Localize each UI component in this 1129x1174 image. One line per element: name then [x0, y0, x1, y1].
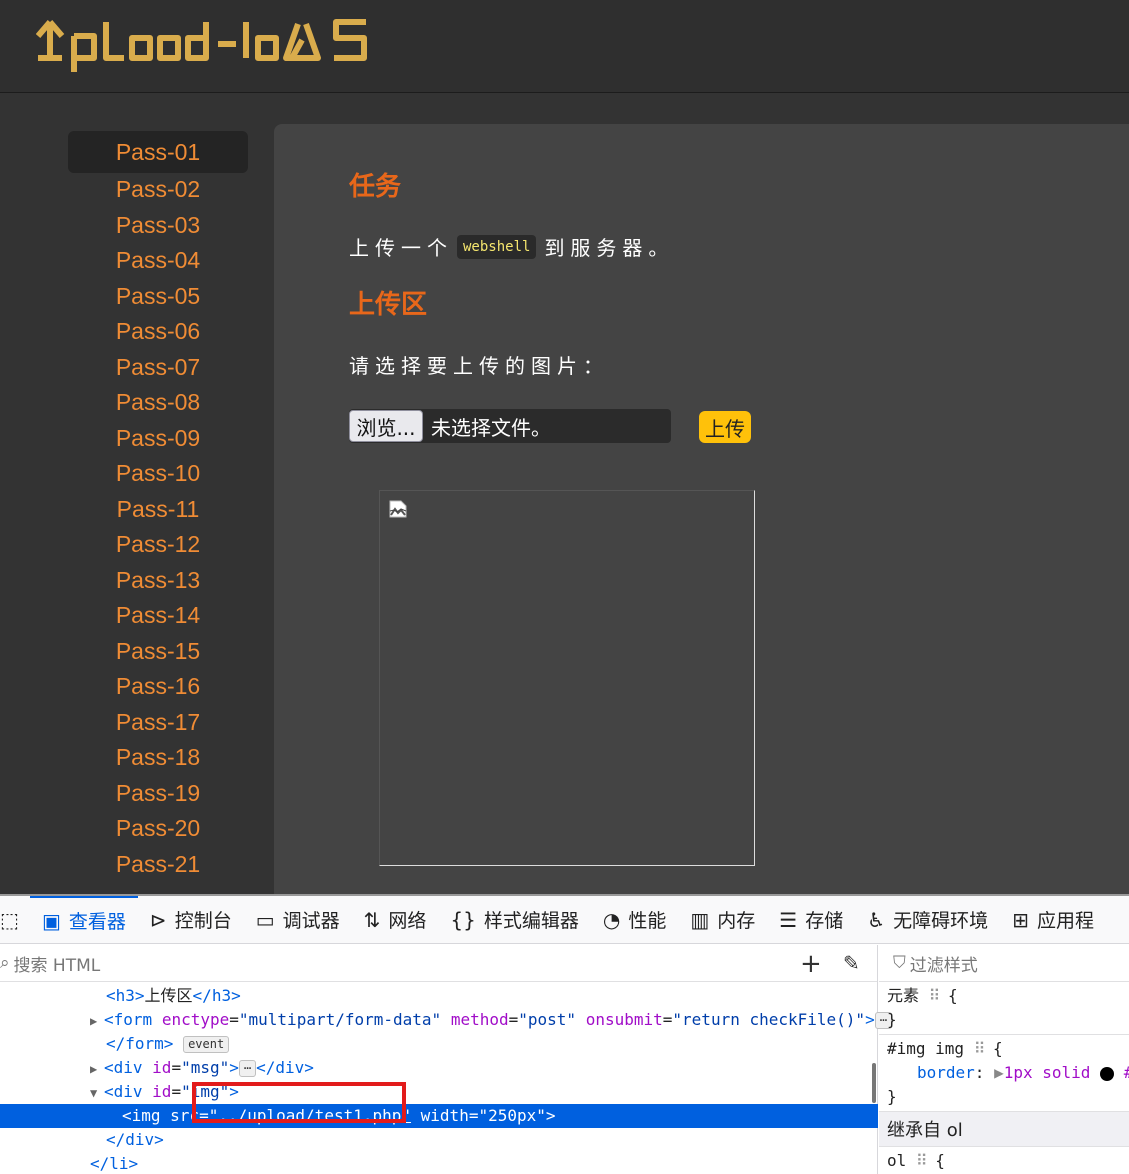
task-heading: 任务 [349, 172, 402, 202]
sidebar-item-pass-12[interactable]: Pass-12 [68, 527, 248, 563]
webshell-code: webshell [457, 234, 537, 259]
task-description: 上传一个 webshell 到服务器。 [349, 232, 674, 261]
tab-memory[interactable]: ▥ 内存 [678, 896, 767, 943]
sidebar-item-pass-06[interactable]: Pass-06 [68, 314, 248, 350]
devtools-panel: ⬚ ▣ 查看器 ⊳ 控制台 ▭ 调试器 ⇅ 网络 {} 样式编辑器 ◔ 性能 ▥ 内存 ☰ 存储… [0, 894, 1129, 1174]
filter-icon: ⛉ [893, 953, 906, 973]
add-node-icon[interactable]: + [800, 949, 822, 979]
sidebar-item-pass-21[interactable]: Pass-21 [68, 847, 248, 883]
sidebar-nav: Pass-01 Pass-02 Pass-03 Pass-04 Pass-05 Pass-… [68, 131, 248, 882]
color-swatch[interactable] [1100, 1066, 1115, 1081]
braces-icon: {} [450, 907, 476, 932]
tab-network[interactable]: ⇅ 网络 [352, 896, 439, 943]
task-prefix: 上传一个 [349, 236, 453, 260]
element-picker-icon[interactable]: ⬚ [0, 896, 30, 943]
tab-accessibility[interactable]: ♿ 无障碍环境 [855, 896, 1000, 943]
site-logo[interactable] [36, 14, 381, 74]
gauge-icon: ◔ [602, 907, 621, 932]
highlight-annotation-box [192, 1082, 406, 1123]
debugger-icon: ▭ [255, 907, 275, 932]
tab-storage[interactable]: ☰ 存储 [767, 896, 855, 943]
tab-console[interactable]: ⊳ 控制台 [138, 896, 244, 943]
sidebar-item-pass-02[interactable]: Pass-02 [68, 172, 248, 208]
search-icon: ⌕ [0, 953, 10, 973]
task-suffix: 到服务器。 [544, 236, 675, 260]
broken-image-icon [389, 500, 407, 518]
sidebar-item-pass-04[interactable]: Pass-04 [68, 243, 248, 279]
html-search-input[interactable]: 搜索 HTML [14, 951, 101, 976]
memory-icon: ▥ [690, 907, 710, 932]
console-icon: ⊳ [149, 907, 167, 932]
rules-view: ⛉ 过滤样式 元素 ⠿ { } #img img ⠿ { border: ▶1px… [879, 945, 1129, 1174]
sidebar-item-pass-19[interactable]: Pass-19 [68, 776, 248, 812]
main-panel: 任务 上传一个 webshell 到服务器。 上传区 请选择要上传的图片： 浏览… [274, 124, 1129, 904]
html-search-bar[interactable]: ⌕ 搜索 HTML + ✎ [0, 945, 877, 982]
sidebar-item-pass-10[interactable]: Pass-10 [68, 456, 248, 492]
rule-img[interactable]: #img img ⠿ { border: ▶1px solid #0 } [879, 1035, 1129, 1112]
markup-line-img-selected[interactable]: <img src="../upload/test1.php" width="25… [0, 1104, 878, 1128]
header [0, 0, 1129, 93]
sidebar-item-pass-18[interactable]: Pass-18 [68, 740, 248, 776]
tab-application[interactable]: ⊞ 应用程 [1000, 896, 1106, 943]
event-badge[interactable]: event [183, 1036, 230, 1053]
sidebar-item-pass-13[interactable]: Pass-13 [68, 563, 248, 599]
eyedropper-icon[interactable]: ✎ [843, 951, 860, 975]
tab-inspector[interactable]: ▣ 查看器 [30, 896, 138, 943]
storage-icon: ☰ [779, 907, 798, 932]
sidebar-item-pass-14[interactable]: Pass-14 [68, 598, 248, 634]
sidebar-item-pass-05[interactable]: Pass-05 [68, 279, 248, 315]
sidebar-item-pass-16[interactable]: Pass-16 [68, 669, 248, 705]
collapse-triangle-icon[interactable]: ▼ [90, 1081, 104, 1105]
network-icon: ⇅ [363, 907, 381, 932]
sidebar-item-pass-15[interactable]: Pass-15 [68, 634, 248, 670]
markup-line-div-msg[interactable]: ▶ <div id="msg"> ⋯ </div> [0, 1056, 878, 1080]
accessibility-icon: ♿ [867, 907, 886, 932]
tab-debugger[interactable]: ▭ 调试器 [244, 896, 352, 943]
markup-line-div-close[interactable]: </div> [0, 1128, 878, 1152]
grid-icon: ⊞ [1012, 907, 1029, 932]
expand-triangle-icon[interactable]: ▶ [90, 1009, 104, 1033]
markup-line-h3[interactable]: <h3>上传区</h3> [0, 984, 878, 1008]
devtools-tabbar: ⬚ ▣ 查看器 ⊳ 控制台 ▭ 调试器 ⇅ 网络 {} 样式编辑器 ◔ 性能 ▥ 内存 ☰ 存储… [0, 896, 1129, 944]
markup-line-form[interactable]: ▶ <form enctype="multipart/form-data" met… [0, 1008, 892, 1033]
sidebar-item-pass-17[interactable]: Pass-17 [68, 705, 248, 741]
markup-line-li-close[interactable]: </li> [0, 1152, 878, 1174]
browse-button[interactable]: 浏览... [349, 410, 423, 442]
filter-styles-input[interactable]: ⛉ 过滤样式 [879, 945, 1129, 982]
upload-heading: 上传区 [349, 290, 428, 320]
no-file-label: 未选择文件。 [431, 415, 551, 440]
markup-view: ⌕ 搜索 HTML + ✎ <h3>上传区</h3> ▶ <form enctyp… [0, 945, 892, 1174]
page-body: Pass-01 Pass-02 Pass-03 Pass-04 Pass-05 Pass-… [0, 94, 1129, 904]
sidebar-item-pass-03[interactable]: Pass-03 [68, 208, 248, 244]
rule-ol[interactable]: ol ⠿ { list-style: ▶none; [879, 1147, 1129, 1174]
rule-element[interactable]: 元素 ⠿ { } [879, 982, 1129, 1035]
tab-style-editor[interactable]: {} 样式编辑器 [438, 896, 590, 943]
sidebar-item-pass-07[interactable]: Pass-07 [68, 350, 248, 386]
markup-line-div-img[interactable]: ▼ <div id="img"> [0, 1080, 878, 1104]
sidebar-item-pass-09[interactable]: Pass-09 [68, 421, 248, 457]
sidebar-item-pass-01[interactable]: Pass-01 [68, 131, 248, 173]
sidebar-item-pass-20[interactable]: Pass-20 [68, 811, 248, 847]
markup-line-form-close[interactable]: </form> event [0, 1032, 878, 1056]
sidebar-item-pass-11[interactable]: Pass-11 [68, 492, 248, 528]
expand-triangle-icon[interactable]: ▶ [90, 1057, 104, 1081]
upload-button[interactable]: 上传 [699, 411, 751, 443]
upload-prompt: 请选择要上传的图片： [349, 354, 609, 378]
markup-scrollbar[interactable] [872, 1063, 876, 1103]
tab-performance[interactable]: ◔ 性能 [591, 896, 678, 943]
inspector-icon: ▣ [42, 908, 61, 933]
inherited-from-ol: 继承自 ol [879, 1112, 1129, 1147]
uploaded-image-box [379, 490, 755, 866]
sidebar-item-pass-08[interactable]: Pass-08 [68, 385, 248, 421]
file-input[interactable]: 浏览... 未选择文件。 [349, 409, 671, 443]
ellipsis-badge[interactable]: ⋯ [238, 1060, 257, 1077]
